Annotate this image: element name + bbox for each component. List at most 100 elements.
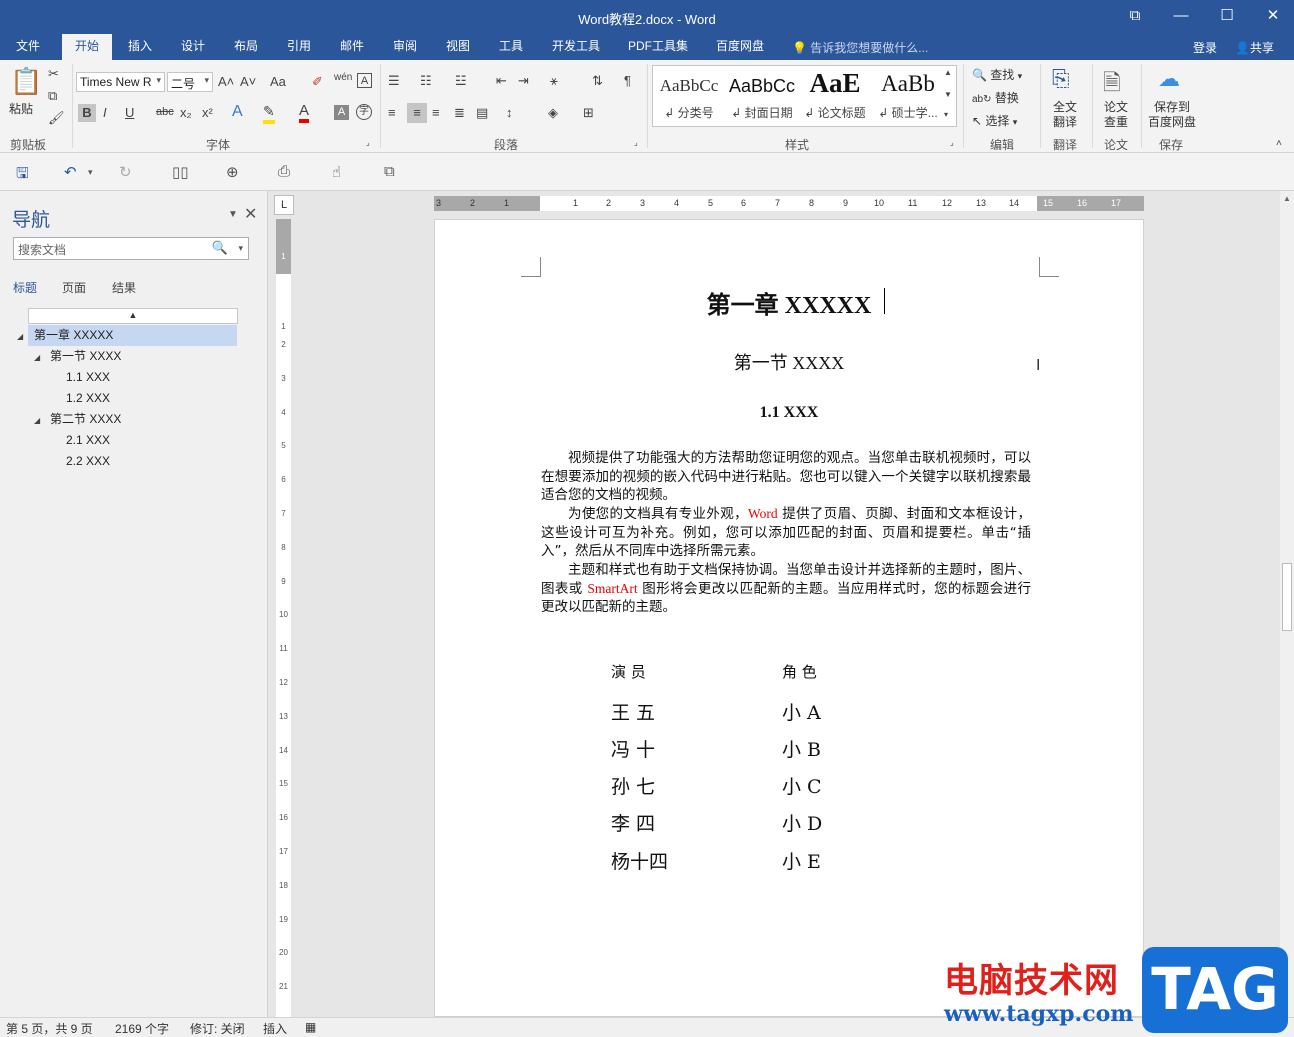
distributed-icon[interactable]: ▤ xyxy=(476,105,488,121)
tab-layout[interactable]: 布局 xyxy=(222,34,270,60)
tab-references[interactable]: 引用 xyxy=(275,34,323,60)
collapse-all-button[interactable]: ▲ xyxy=(28,308,238,324)
close-button[interactable]: ✕ xyxy=(1250,0,1294,34)
find-button[interactable]: 🔍 查找 ▾ xyxy=(972,66,1022,83)
strikethrough-button[interactable]: abc xyxy=(156,106,174,118)
paste-icon[interactable]: 📋 xyxy=(10,66,42,97)
format-painter-icon[interactable]: 🖌 xyxy=(48,110,65,126)
paragraph-1[interactable]: 视频提供了功能强大的方法帮助您证明您的观点。当您单击联机视频时，可以在想要添加的… xyxy=(541,449,1031,505)
font-name-combo[interactable]: Times New R ▾ xyxy=(76,72,165,92)
bullets-icon[interactable]: ☰ xyxy=(388,73,400,89)
document-page[interactable]: 第一章 XXXXX 第一节 XXXX 1.1 XXX 视频提供了功能强大的方法帮… xyxy=(434,219,1144,1017)
borders-icon[interactable]: ⊞ xyxy=(583,105,594,121)
show-marks-icon[interactable]: ¶ xyxy=(624,73,631,88)
track-changes-status[interactable]: 修订: 关闭 xyxy=(190,1020,245,1037)
book-icon[interactable]: ▯▯ xyxy=(172,163,189,181)
dialog-launcher-icon[interactable]: ⌟ xyxy=(950,138,954,147)
page-count[interactable]: 第 5 页，共 9 页 xyxy=(6,1020,93,1037)
decrease-indent-icon[interactable]: ⇤ xyxy=(496,73,507,89)
touch-mode-icon[interactable]: ☝ xyxy=(332,163,341,181)
tab-view[interactable]: 视图 xyxy=(434,34,482,60)
cast-actor[interactable]: 李 四 xyxy=(611,809,655,836)
tab-selector[interactable]: L xyxy=(274,195,294,215)
paste-button[interactable]: 粘贴 xyxy=(9,100,33,117)
customize-icon[interactable]: ⧉ xyxy=(384,163,395,180)
heading-item[interactable]: 1.2 XXX xyxy=(66,388,110,409)
cast-role[interactable]: 小 B xyxy=(782,735,821,762)
share-button[interactable]: 👤共享 xyxy=(1235,39,1274,56)
enclose-char-icon[interactable]: 字 xyxy=(356,104,372,120)
replace-button[interactable]: ab↻ 替换 xyxy=(972,89,1019,106)
tab-review[interactable]: 审阅 xyxy=(381,34,429,60)
style-thesis-title[interactable]: AaE ↲ 论文标题 xyxy=(799,66,871,126)
cast-actor[interactable]: 冯 十 xyxy=(611,735,655,762)
shrink-font-icon[interactable]: A˅ xyxy=(240,74,256,89)
cast-role[interactable]: 小 C xyxy=(782,772,822,799)
scroll-down-icon[interactable]: ▼ xyxy=(944,90,952,99)
dialog-launcher-icon[interactable]: ⌟ xyxy=(634,138,638,147)
print-preview-icon[interactable]: ⎙ xyxy=(278,163,290,180)
cast-actor[interactable]: 杨十四 xyxy=(611,847,668,874)
tab-results[interactable]: 结果 xyxy=(112,279,136,296)
cloud-icon[interactable]: ☁ xyxy=(1158,66,1180,92)
cast-actor[interactable]: 孙 七 xyxy=(611,772,655,799)
word-count[interactable]: 2169 个字 xyxy=(115,1020,169,1037)
bold-button[interactable]: B xyxy=(78,104,96,122)
subsection-heading[interactable]: 1.1 XXX xyxy=(435,404,1143,422)
tab-pages[interactable]: 页面 xyxy=(62,279,86,296)
paragraph-3[interactable]: 主题和样式也有助于文档保持协调。当您单击设计并选择新的主题时，图片、图表或 Sm… xyxy=(541,561,1031,617)
shading-icon[interactable]: ◈ xyxy=(548,105,558,121)
line-spacing-icon[interactable]: ↕ xyxy=(506,105,513,120)
copy-icon[interactable]: ⧉ xyxy=(48,88,57,104)
heading-item[interactable]: 2.1 XXX xyxy=(66,430,110,451)
font-size-combo[interactable]: 二号 ▾ xyxy=(167,72,213,92)
tab-home[interactable]: 开始 xyxy=(62,34,112,60)
heading-item[interactable]: 2.2 XXX xyxy=(66,451,110,472)
login-link[interactable]: 登录 xyxy=(1193,39,1217,56)
text-effects-icon[interactable]: A xyxy=(232,103,243,121)
cast-role[interactable]: 小 A xyxy=(782,698,821,725)
tab-insert[interactable]: 插入 xyxy=(116,34,164,60)
cut-icon[interactable]: ✂ xyxy=(48,66,59,82)
cast-role[interactable]: 小 D xyxy=(782,809,822,836)
vertical-scrollbar[interactable]: ▲ xyxy=(1280,191,1294,1017)
tab-tools[interactable]: 工具 xyxy=(487,34,535,60)
full-translate-button[interactable]: 全文 翻译 xyxy=(1046,100,1084,130)
chevron-down-icon[interactable]: ▾ xyxy=(238,243,243,254)
font-color-button[interactable]: A xyxy=(299,102,310,123)
macro-icon[interactable]: ▦ xyxy=(305,1020,316,1034)
tab-mailings[interactable]: 邮件 xyxy=(328,34,376,60)
numbering-icon[interactable]: ☷ xyxy=(420,73,432,89)
dialog-launcher-icon[interactable]: ⌟ xyxy=(366,138,370,147)
translate-icon[interactable]: ⎘ xyxy=(1052,66,1070,92)
thesis-check-button[interactable]: 论文 查重 xyxy=(1097,100,1135,130)
heading-item[interactable]: ◢ 第一节 XXXX xyxy=(34,346,121,367)
justify-icon[interactable]: ≣ xyxy=(454,105,465,121)
restore-ribbon-icon[interactable]: ⧉ xyxy=(1112,0,1158,34)
horizontal-ruler[interactable]: 3 2 1 1 2 3 4 5 6 7 8 9 10 11 12 13 14 1… xyxy=(434,196,1144,211)
char-shading-icon[interactable]: A xyxy=(334,105,349,120)
save-icon[interactable]: 🖫 xyxy=(16,163,29,188)
tab-developer[interactable]: 开发工具 xyxy=(542,34,610,60)
style-cover-date[interactable]: AaBbCc ↲ 封面日期 xyxy=(726,66,798,126)
expand-triangle-icon[interactable]: ◢ xyxy=(34,410,40,431)
select-button[interactable]: ↖ 选择 ▾ xyxy=(972,112,1017,129)
search-input[interactable]: 搜索文档 🔍 ▾ xyxy=(13,237,249,260)
scroll-up-icon[interactable]: ▲ xyxy=(944,68,952,77)
heading-item[interactable]: 1.1 XXX xyxy=(66,367,110,388)
highlight-icon[interactable]: ✎ xyxy=(263,103,275,124)
scroll-up-icon[interactable]: ▲ xyxy=(1283,194,1291,203)
heading-item[interactable]: ◢ 第一章 XXXXX xyxy=(17,325,237,346)
align-left-icon[interactable]: ≡ xyxy=(388,105,396,120)
cast-header-actor[interactable]: 演 员 xyxy=(611,661,646,682)
style-classification[interactable]: AaBbCc ↲ 分类号 xyxy=(653,66,725,126)
align-right-icon[interactable]: ≡ xyxy=(432,105,440,120)
cast-role[interactable]: 小 E xyxy=(782,847,821,874)
vertical-ruler[interactable]: 1 1 2 3 4 5 6 7 8 9 10 11 12 13 14 15 16… xyxy=(276,219,291,1017)
change-case-icon[interactable]: Aa xyxy=(270,74,286,89)
tab-design[interactable]: 设计 xyxy=(169,34,217,60)
search-icon[interactable]: 🔍 xyxy=(212,240,228,256)
expand-triangle-icon[interactable]: ◢ xyxy=(17,326,23,347)
save-to-baidu-button[interactable]: 保存到 百度网盘 xyxy=(1144,100,1200,130)
multilevel-list-icon[interactable]: ☳ xyxy=(455,73,467,89)
